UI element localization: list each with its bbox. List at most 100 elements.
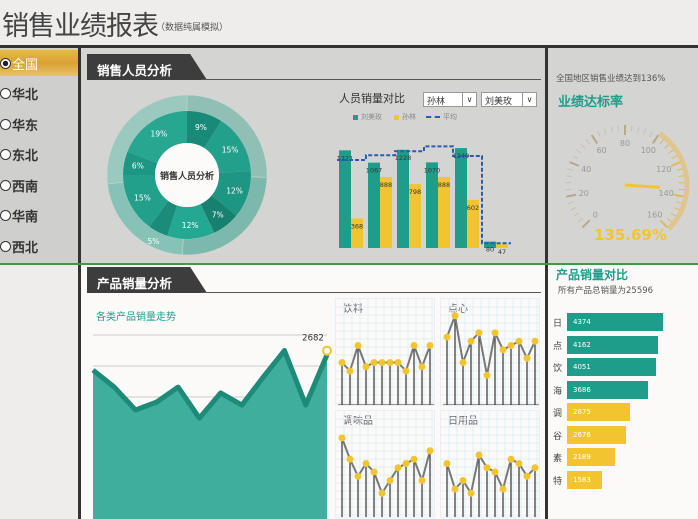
gauge-tick-label: 140 bbox=[659, 189, 674, 198]
gauge-tick bbox=[585, 139, 591, 145]
lollipop-dot bbox=[418, 477, 426, 484]
region-label: 华南 bbox=[12, 210, 39, 225]
region-label: 华东 bbox=[12, 118, 39, 134]
product-bar: 2676 bbox=[567, 425, 626, 444]
person-select-1[interactable]: 孙林 ∨ bbox=[423, 92, 477, 107]
bar-label: 1067 bbox=[366, 167, 383, 175]
bar-person-a bbox=[426, 162, 438, 248]
gauge-tick-label: 160 bbox=[647, 211, 662, 220]
gauge-tick bbox=[670, 161, 681, 167]
sales-panel: 销售人员分析 9% 15% 12% 7% 12% 5% 15% 6% 19% 销售人员分析 人员销… bbox=[81, 48, 546, 263]
lollipop-dot bbox=[499, 346, 507, 354]
gauge-tick bbox=[610, 126, 613, 133]
gauge-tick bbox=[617, 125, 620, 132]
select-value: 孙林 bbox=[427, 97, 446, 107]
lollipop-dot bbox=[386, 359, 394, 366]
gauge-tick-label: 0 bbox=[593, 211, 598, 220]
lollipop-dot bbox=[410, 342, 418, 349]
gauge-tick bbox=[673, 193, 685, 198]
lollipop-dot bbox=[491, 468, 499, 476]
bar-label: 888 bbox=[438, 181, 450, 189]
lollipop-dot bbox=[483, 464, 491, 472]
region-radio-2[interactable]: 华东 bbox=[0, 111, 78, 137]
product-label: 点 bbox=[553, 341, 563, 352]
gauge-tick bbox=[676, 201, 683, 205]
region-label: 全国 bbox=[12, 57, 39, 73]
gauge-tick bbox=[664, 143, 670, 149]
legend-label: 孙林 bbox=[402, 113, 416, 121]
product-label: 特 bbox=[553, 476, 563, 487]
lollipop-dot bbox=[354, 472, 362, 480]
gauge-tick bbox=[671, 155, 678, 160]
bar-person-a bbox=[397, 149, 409, 248]
small-lollipop-chart bbox=[440, 410, 540, 518]
legend-swatch bbox=[353, 114, 358, 120]
region-radio-6[interactable]: 西北 bbox=[0, 233, 78, 259]
gauge-tick-label: 40 bbox=[581, 165, 591, 174]
lollipop-dot bbox=[443, 460, 451, 467]
radio-icon bbox=[0, 240, 11, 252]
gauge-tick-label: 100 bbox=[641, 146, 656, 155]
product-bar: 4051 bbox=[567, 358, 656, 376]
region-sidebar: 全国华北华东东北西南华南西北 bbox=[0, 48, 78, 263]
lollipop-dot bbox=[523, 354, 531, 362]
gauge-title: 业绩达标率 bbox=[558, 95, 624, 110]
lollipop-dot bbox=[338, 434, 346, 442]
donut-slice-label: 12% bbox=[226, 186, 243, 195]
lollipop-dot bbox=[499, 485, 507, 493]
gauge-tick bbox=[567, 168, 574, 171]
lollipop-dot bbox=[402, 367, 410, 375]
lollipop-dot bbox=[378, 489, 386, 497]
lollipop-dot bbox=[443, 333, 451, 341]
product-bar: 2189 bbox=[567, 448, 616, 466]
product-bar: 4374 bbox=[567, 313, 663, 331]
gauge-tick bbox=[567, 201, 574, 205]
product-label: 饮 bbox=[553, 364, 563, 374]
lollipop-dot bbox=[362, 363, 370, 371]
region-radio-1[interactable]: 华北 bbox=[0, 81, 78, 107]
gauge-tick-label: 120 bbox=[656, 165, 671, 174]
donut-slice-label: 5% bbox=[147, 237, 159, 246]
region-label: 西南 bbox=[12, 179, 39, 195]
gauge-tick bbox=[667, 218, 673, 223]
small-multiples: 饮料 点心 调味品 日用品 bbox=[335, 298, 545, 519]
region-radio-0[interactable]: 全国 bbox=[0, 50, 78, 76]
bar-label: 602 bbox=[467, 204, 479, 212]
trend-area-chart: 2682 bbox=[91, 334, 332, 519]
region-radio-5[interactable]: 华南 bbox=[0, 203, 78, 229]
region-radio-4[interactable]: 西南 bbox=[0, 172, 78, 198]
donut-slice-label: 6% bbox=[132, 162, 144, 171]
product-bar: 3686 bbox=[567, 380, 648, 399]
page-title: 销售业绩报表 bbox=[2, 11, 159, 42]
region-radio-3[interactable]: 东北 bbox=[0, 142, 78, 168]
region-label: 西北 bbox=[12, 240, 39, 256]
gauge-tick bbox=[678, 175, 685, 178]
product-compare-title: 产品销量对比 bbox=[556, 268, 629, 282]
radio-icon bbox=[0, 149, 11, 160]
donut-chart: 9% 15% 12% 7% 12% 5% 15% 6% 19% 销售人员分析 bbox=[106, 94, 268, 256]
lollipop-dot bbox=[515, 460, 523, 467]
gauge-tick bbox=[597, 131, 601, 138]
gauge-tick bbox=[570, 207, 577, 211]
product-label: 素 bbox=[553, 454, 563, 464]
donut-slice-label: 15% bbox=[134, 194, 151, 203]
lollipop-dot bbox=[426, 447, 434, 455]
donut-slice-label: 15% bbox=[222, 146, 239, 155]
region-label: 东北 bbox=[12, 149, 39, 164]
person-select-2[interactable]: 刘美玫 ∨ bbox=[481, 92, 537, 107]
lollipop-dot bbox=[459, 477, 467, 484]
compare-title: 人员销量对比 bbox=[339, 92, 405, 105]
lollipop-dot bbox=[515, 337, 523, 345]
gauge-tick bbox=[573, 212, 580, 217]
lollipop-dot bbox=[459, 359, 467, 366]
product-label: 海 bbox=[553, 386, 563, 397]
radio-icon bbox=[0, 88, 11, 99]
legend-swatch bbox=[394, 114, 399, 120]
donut-slice-label: 9% bbox=[195, 123, 207, 132]
chevron-down-icon: ∨ bbox=[522, 93, 536, 106]
gauge-tick bbox=[577, 218, 583, 223]
bar-person-a bbox=[368, 162, 380, 248]
bar-person-a bbox=[339, 150, 351, 248]
gauge-tick bbox=[576, 149, 582, 154]
lollipop-dot bbox=[483, 371, 491, 379]
